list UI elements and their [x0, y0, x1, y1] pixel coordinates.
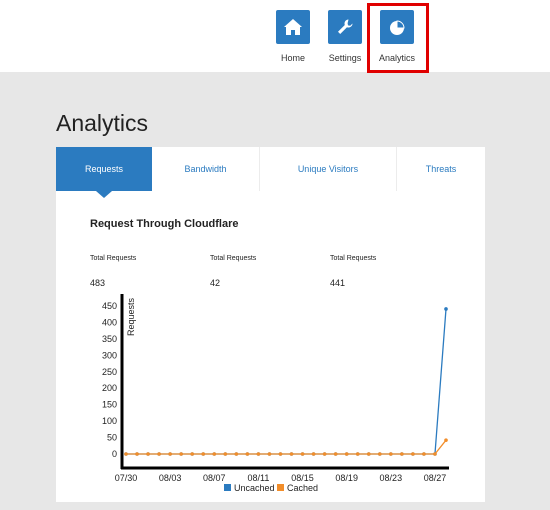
data-point-uncached: [444, 307, 448, 311]
data-point-cached: [168, 452, 172, 456]
data-point-cached: [366, 452, 371, 456]
data-point-cached: [223, 452, 228, 456]
data-point-cached: [300, 452, 305, 456]
data-point-cached: [201, 452, 206, 456]
x-tick-label: 08/19: [335, 473, 358, 483]
data-point-cached: [256, 452, 261, 456]
series-line-cached: [126, 439, 447, 455]
data-point-cached: [146, 452, 150, 456]
data-point-cached: [124, 452, 128, 456]
y-tick-label: 250: [102, 367, 117, 377]
data-point-cached: [135, 452, 139, 456]
x-tick-label: 07/30: [115, 473, 138, 483]
legend-swatch-cached: [277, 484, 284, 491]
data-point-cached: [179, 452, 183, 456]
data-point-cached: [433, 452, 437, 456]
x-tick-label: 08/27: [424, 473, 447, 483]
data-point-cached: [267, 452, 272, 456]
y-tick-label: 350: [102, 334, 117, 344]
data-point-cached: [411, 452, 415, 456]
x-tick-label: 08/23: [380, 473, 403, 483]
series-line-uncached: [126, 308, 447, 455]
data-point-cached: [311, 452, 316, 456]
data-point-cached: [389, 452, 393, 456]
nav-home[interactable]: Home: [268, 10, 318, 63]
data-point-cached: [289, 452, 294, 456]
x-tick-label: 08/07: [203, 473, 226, 483]
nav-home-label: Home: [280, 53, 305, 63]
y-tick-label: 200: [102, 383, 117, 393]
top-navigation: Home Settings Analytics: [0, 0, 550, 72]
data-point-cached: [212, 452, 217, 456]
analytics-highlight-box: [367, 3, 429, 73]
legend-label-cached: Cached: [287, 483, 318, 493]
data-point-cached: [245, 452, 250, 456]
y-tick-label: 100: [102, 416, 117, 426]
y-tick-label: 400: [102, 317, 117, 327]
data-point-cached: [234, 452, 239, 456]
requests-chart: 0 50 100 150 200 250 300 350 400 450 Requests 07/30…: [102, 294, 449, 493]
data-point-cached: [444, 438, 448, 442]
nav-settings[interactable]: Settings: [320, 10, 370, 63]
y-tick-label: 150: [102, 400, 117, 410]
data-point-cached: [422, 452, 426, 456]
wrench-icon: [328, 10, 362, 44]
legend-label-uncached: Uncached: [234, 483, 275, 493]
x-tick-label: 08/11: [247, 473, 269, 483]
data-point-cached: [355, 452, 360, 456]
legend-swatch-uncached: [224, 484, 231, 491]
y-tick-label: 450: [102, 301, 117, 311]
data-point-cached: [190, 452, 195, 456]
data-point-cached: [344, 452, 349, 456]
analytics-panel: Requests Bandwidth Unique Visitors Threa…: [56, 147, 485, 502]
x-tick-label: 08/03: [159, 473, 182, 483]
x-tick-label: 08/15: [291, 473, 314, 483]
nav-settings-label: Settings: [328, 53, 362, 63]
y-axis-label: Requests: [126, 298, 136, 337]
data-point-cached: [333, 452, 338, 456]
data-point-cached: [400, 452, 404, 456]
data-point-cached: [157, 452, 161, 456]
data-point-cached: [377, 452, 382, 456]
y-tick-label: 300: [102, 350, 117, 360]
home-icon: [276, 10, 310, 44]
data-point-cached: [278, 452, 283, 456]
y-tick-label: 0: [112, 449, 117, 459]
data-point-cached: [322, 452, 327, 456]
y-tick-label: 50: [107, 433, 117, 443]
page-title: Analytics: [56, 110, 149, 136]
